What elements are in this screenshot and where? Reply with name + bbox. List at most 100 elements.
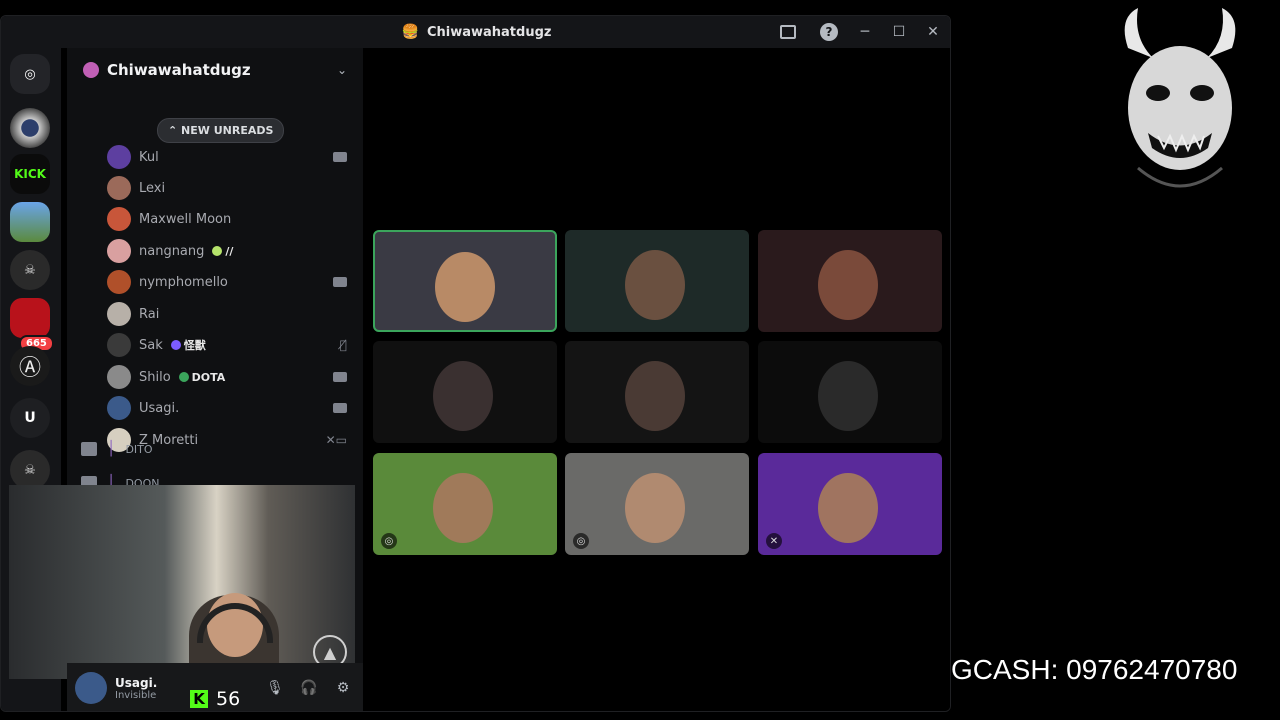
voice-member-2[interactable]: Lexi xyxy=(107,174,363,202)
new-unreads-button[interactable]: ⌃ NEW UNREADS xyxy=(157,118,285,143)
video-tile-4[interactable] xyxy=(373,341,557,443)
member-tag-text: DOTA xyxy=(191,370,226,384)
video-tile-9[interactable]: ✕ xyxy=(758,453,942,555)
avatar xyxy=(107,302,131,326)
participant-video xyxy=(818,361,878,431)
speaker-icon xyxy=(81,442,97,456)
inbox-icon[interactable] xyxy=(780,25,796,39)
video-tile-5[interactable] xyxy=(565,341,749,443)
voice-member-6[interactable]: Rai xyxy=(107,300,363,328)
video-camera-icon xyxy=(333,372,347,382)
member-name: Shilo xyxy=(139,369,171,385)
participant-video xyxy=(625,361,685,431)
video-camera-icon xyxy=(333,152,347,162)
video-tile-1[interactable] xyxy=(373,230,557,332)
tag-badge-icon xyxy=(170,340,181,350)
gcash-donation-text: GCASH: 09762470780 xyxy=(951,654,1238,685)
help-icon[interactable]: ? xyxy=(820,23,838,41)
member-name: Lexi xyxy=(139,180,166,196)
discord-home-icon[interactable]: ◎ xyxy=(10,54,50,94)
avatar xyxy=(107,207,131,231)
close-icon[interactable]: ✕ xyxy=(920,20,946,44)
avatar xyxy=(107,333,131,357)
member-tag: DOTA xyxy=(178,370,226,384)
viewer-count: 56 xyxy=(216,688,241,710)
server-icon-oni-mask[interactable]: ☠ xyxy=(10,250,50,290)
member-tag: 怪獸 xyxy=(170,337,206,353)
muted-video-icon: ✕▭ xyxy=(325,433,347,447)
video-tile-6[interactable] xyxy=(758,341,942,443)
member-name: Kul xyxy=(139,149,159,165)
member-tag-text: // xyxy=(225,244,234,258)
participant-video xyxy=(818,473,878,543)
member-name: Usagi. xyxy=(139,400,180,416)
member-name: Maxwell Moon xyxy=(139,211,232,227)
activity-icon: ◎ xyxy=(573,533,589,549)
minimize-icon[interactable]: ─ xyxy=(852,20,878,44)
member-name: Rai xyxy=(139,306,160,322)
user-status: Invisible xyxy=(115,689,157,701)
avatar xyxy=(107,270,131,294)
server-name: Chiwawahatdugz xyxy=(83,61,251,79)
participant-video xyxy=(818,250,878,320)
voice-member-3[interactable]: Maxwell Moon xyxy=(107,205,363,233)
microphone-icon[interactable]: 🎙 xyxy=(265,678,285,698)
avatar xyxy=(107,396,131,420)
kick-logo-icon: K xyxy=(190,690,208,708)
server-name-text: Chiwawahatdugz xyxy=(107,61,251,79)
server-icon-kick[interactable]: KICK xyxy=(10,154,50,194)
avatar[interactable] xyxy=(75,672,107,704)
title-bar: 🍔 Chiwawahatdugz ? ─ ☐ ✕ xyxy=(1,16,950,48)
user-info[interactable]: Usagi. Invisible xyxy=(115,676,157,701)
voice-channel-dito[interactable]: │ DITO xyxy=(81,437,153,461)
oni-mask-logo xyxy=(1124,8,1236,188)
participant-video xyxy=(625,250,685,320)
video-tile-8[interactable]: ◎ xyxy=(565,453,749,555)
title-bar-controls: ? ─ ☐ ✕ xyxy=(780,20,946,44)
user-controls: 🎙 🎧 ⚙ xyxy=(265,678,353,698)
tag-badge-icon xyxy=(212,246,223,256)
muted-mic-icon: 🎙̸ xyxy=(339,338,347,352)
channel-name: DITO xyxy=(125,442,153,456)
headphones-icon[interactable]: 🎧 xyxy=(299,678,319,698)
server-badge-icon xyxy=(83,62,99,78)
participant-video xyxy=(433,473,493,543)
server-icon-red[interactable] xyxy=(10,298,50,338)
window-title: 🍔 Chiwawahatdugz xyxy=(402,24,552,40)
voice-member-4[interactable]: nangnang // xyxy=(107,237,363,265)
maximize-icon[interactable]: ☐ xyxy=(886,20,912,44)
voice-member-8[interactable]: Shilo DOTA xyxy=(107,363,363,391)
server-icon-oni-mask-2[interactable]: ☠ xyxy=(10,450,50,490)
self-camera-preview: ▲ xyxy=(9,485,355,679)
member-name: nangnang xyxy=(139,243,205,259)
server-icon-u[interactable]: U xyxy=(10,398,50,438)
participant-video xyxy=(625,473,685,543)
video-tile-7[interactable]: ◎ xyxy=(373,453,557,555)
voice-member-9[interactable]: Usagi. xyxy=(107,394,363,422)
server-icon-game[interactable] xyxy=(10,202,50,242)
window-title-text: Chiwawahatdugz xyxy=(426,24,552,40)
server-icon-anarchy[interactable]: Ⓐ xyxy=(10,346,50,386)
settings-gear-icon[interactable]: ⚙ xyxy=(333,678,353,698)
chevron-down-icon[interactable]: ⌄ xyxy=(337,63,347,77)
server-icon-seal[interactable] xyxy=(10,108,50,148)
new-unreads-label: NEW UNREADS xyxy=(181,124,274,137)
user-name: Usagi. xyxy=(115,675,158,690)
discord-window: 🍔 Chiwawahatdugz ? ─ ☐ ✕ ◎ KICK ☠ 665 Ⓐ … xyxy=(0,15,951,712)
kick-viewer-count: K 56 xyxy=(190,688,240,710)
voice-member-5[interactable]: nymphomello xyxy=(107,268,363,296)
server-header[interactable]: Chiwawahatdugz ⌄ xyxy=(67,48,363,92)
channel-separator: │ xyxy=(107,441,116,457)
member-tag: // xyxy=(212,245,233,258)
activity-icon: ◎ xyxy=(381,533,397,549)
video-camera-icon xyxy=(333,403,347,413)
member-name: nymphomello xyxy=(139,274,228,290)
video-tile-3[interactable] xyxy=(758,230,942,332)
avatar xyxy=(107,365,131,389)
tag-badge-icon xyxy=(178,372,189,382)
video-tile-2[interactable] xyxy=(565,230,749,332)
muted-mic-icon: ✕ xyxy=(766,533,782,549)
voice-member-7[interactable]: Sak 怪獸 🎙̸ xyxy=(107,331,363,359)
avatar xyxy=(107,145,131,169)
voice-member-1[interactable]: Kul xyxy=(107,143,363,171)
